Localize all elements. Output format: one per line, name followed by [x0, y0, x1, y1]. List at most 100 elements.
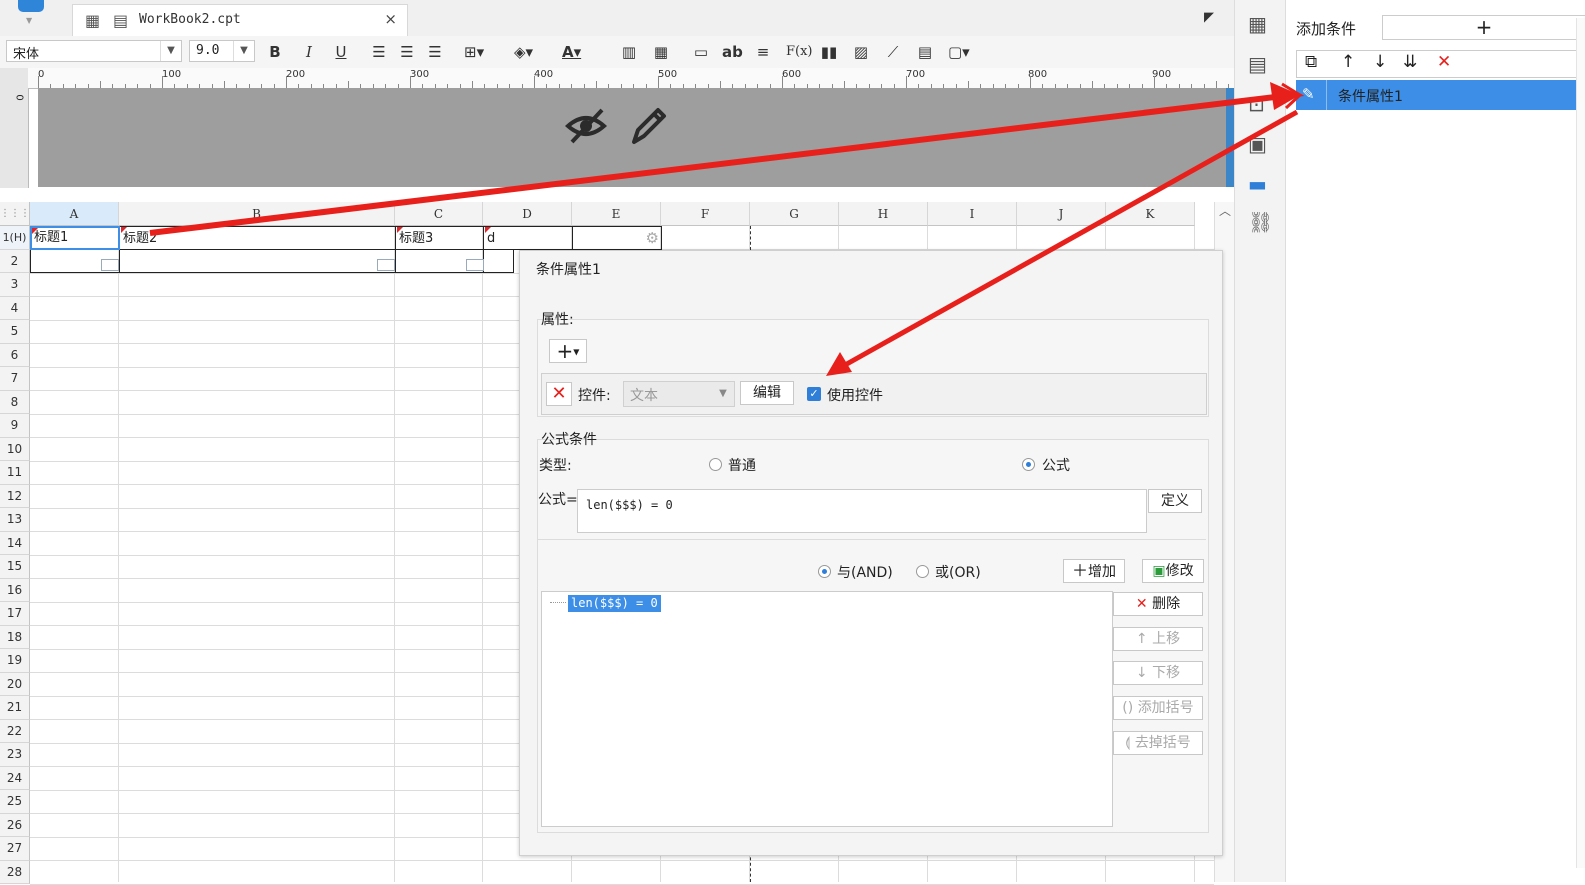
column-header[interactable]: C [395, 202, 483, 226]
delete-condition-button[interactable]: ✕ 删除 [1113, 592, 1203, 616]
column-header[interactable]: J [1017, 202, 1106, 226]
row-header[interactable]: 9 [0, 414, 30, 438]
row-header[interactable]: 1(H) [0, 226, 30, 250]
remove-bracket-button[interactable]: ⟬ 去掉括号 [1113, 731, 1203, 755]
row-header[interactable]: 17 [0, 602, 30, 626]
and-radio[interactable] [818, 565, 831, 578]
row-header[interactable]: 12 [0, 484, 30, 508]
arrow-down-icon[interactable]: ↓ [1373, 52, 1387, 72]
row-header[interactable]: 5 [0, 320, 30, 344]
row-header[interactable]: 27 [0, 837, 30, 861]
image-icon[interactable]: ▨ [852, 41, 870, 63]
row-header[interactable]: 6 [0, 343, 30, 367]
text-wrap-button[interactable]: ab [722, 41, 743, 63]
font-size-select[interactable]: 9.0 ▼ [189, 40, 255, 62]
font-color-icon[interactable]: A▾ [562, 41, 581, 63]
move-bottom-icon[interactable]: ⇊ [1403, 52, 1417, 72]
formula-input[interactable]: len($$$) = 0 [577, 489, 1147, 533]
row-header[interactable]: 22 [0, 719, 30, 743]
row-header[interactable]: 14 [0, 531, 30, 555]
column-header[interactable]: G [750, 202, 839, 226]
condition-list-item[interactable]: len($$$) = 0 [568, 595, 661, 612]
type-normal-radio[interactable] [709, 458, 722, 471]
formula-button[interactable]: F(x) [786, 41, 813, 63]
panel-scrollbar[interactable] [1576, 18, 1585, 868]
modify-condition-button[interactable]: ▣修改 [1142, 559, 1204, 583]
subreport-icon[interactable]: ▤ [916, 41, 934, 63]
move-down-button[interactable]: ↓ 下移 [1113, 661, 1203, 685]
chevron-down-icon[interactable]: ▼ [233, 41, 254, 61]
add-condition-button[interactable]: + [1382, 15, 1585, 40]
cell-attr-icon[interactable]: ▦ [1248, 12, 1267, 36]
row-header[interactable]: 23 [0, 743, 30, 767]
row-header[interactable]: 2 [0, 249, 30, 273]
row-header[interactable]: 28 [0, 860, 30, 884]
grid-plus-icon[interactable]: ▦ [85, 11, 100, 30]
row-header[interactable]: 3 [0, 273, 30, 297]
row-header[interactable]: 4 [0, 296, 30, 320]
cell-widget-icon[interactable] [101, 259, 119, 271]
data-set-icon[interactable]: ▤ [1248, 52, 1267, 76]
row-header[interactable]: 16 [0, 578, 30, 602]
chevron-down-icon[interactable]: ▼ [712, 382, 734, 406]
add-bracket-button[interactable]: () 添加括号 [1113, 696, 1203, 720]
chart-icon[interactable]: ▮▮ [820, 41, 838, 63]
cell-c1[interactable]: 标题3 [396, 226, 484, 250]
pencil-icon[interactable] [628, 104, 668, 148]
split-cells-icon[interactable]: ▦ [652, 41, 670, 63]
type-formula-radio[interactable] [1022, 458, 1035, 471]
merge-cells-icon[interactable]: ▥ [620, 41, 638, 63]
tab-menu-icon[interactable]: ◤ [1204, 10, 1214, 25]
control-select[interactable]: 文本 ▼ [623, 381, 735, 407]
delete-icon[interactable]: ✕ [1437, 52, 1451, 72]
cell-d1[interactable]: d [484, 226, 573, 250]
row-header[interactable]: 15 [0, 555, 30, 579]
arrow-up-icon[interactable]: ↑ [1341, 52, 1355, 72]
condition-list[interactable]: len($$$) = 0 [541, 591, 1113, 827]
font-family-select[interactable]: 宋体 ▼ [6, 40, 182, 62]
cell-widget-icon[interactable] [466, 259, 484, 271]
italic-button[interactable]: I [300, 41, 318, 63]
column-header[interactable]: H [839, 202, 928, 226]
define-button[interactable]: 定义 [1148, 489, 1202, 513]
logo-dropdown-icon[interactable]: ▼ [26, 16, 32, 25]
tab-close-icon[interactable]: × [384, 10, 397, 28]
remove-property-button[interactable]: ✕ [546, 382, 572, 406]
column-header[interactable]: K [1106, 202, 1195, 226]
eye-slash-icon[interactable] [564, 104, 608, 148]
edit-control-button[interactable]: 编辑 [740, 381, 794, 405]
select-all-corner[interactable]: ⋮⋮⋮ [0, 202, 30, 226]
chevron-down-icon[interactable]: ▼ [160, 41, 181, 61]
add-condition-button[interactable]: ＋增加 [1063, 559, 1125, 583]
row-header[interactable]: 26 [0, 813, 30, 837]
bold-button[interactable]: B [266, 41, 284, 63]
column-header[interactable]: B [119, 202, 395, 226]
gear-icon[interactable]: ⚙ [646, 227, 659, 250]
row-header[interactable]: 11 [0, 461, 30, 485]
cell-e1[interactable]: ⚙ [573, 226, 662, 250]
float-element-icon[interactable]: ▢▾ [948, 41, 970, 63]
cell-b1[interactable]: 标题2 [120, 226, 396, 250]
align-right-icon[interactable]: ☰ [426, 41, 444, 63]
condition-attr-icon[interactable]: ▬ [1248, 172, 1267, 196]
row-header[interactable]: 19 [0, 649, 30, 673]
row-header[interactable]: 24 [0, 766, 30, 790]
underline-button[interactable]: U [332, 41, 350, 63]
column-header[interactable]: E [572, 202, 661, 226]
slash-icon[interactable]: ⟋ [884, 41, 902, 63]
row-header[interactable]: 13 [0, 508, 30, 532]
move-up-button[interactable]: ↑ 上移 [1113, 627, 1203, 651]
text-align-icon[interactable]: ≡ [754, 41, 772, 63]
app-logo-icon[interactable] [18, 0, 44, 12]
column-header[interactable]: F [661, 202, 750, 226]
workbook-tab[interactable]: ▦ ▤ WorkBook2.cpt × [72, 4, 408, 37]
widget-attr-icon[interactable]: ▣ [1248, 132, 1267, 156]
row-header[interactable]: 8 [0, 390, 30, 414]
or-radio[interactable] [916, 565, 929, 578]
row-header[interactable]: 20 [0, 672, 30, 696]
row-header[interactable]: 18 [0, 625, 30, 649]
cell-widget-icon[interactable] [377, 259, 395, 271]
copy-icon[interactable]: ⧉ [1305, 52, 1317, 72]
add-property-button[interactable]: +▼ [549, 339, 587, 363]
row-header[interactable]: 7 [0, 367, 30, 391]
